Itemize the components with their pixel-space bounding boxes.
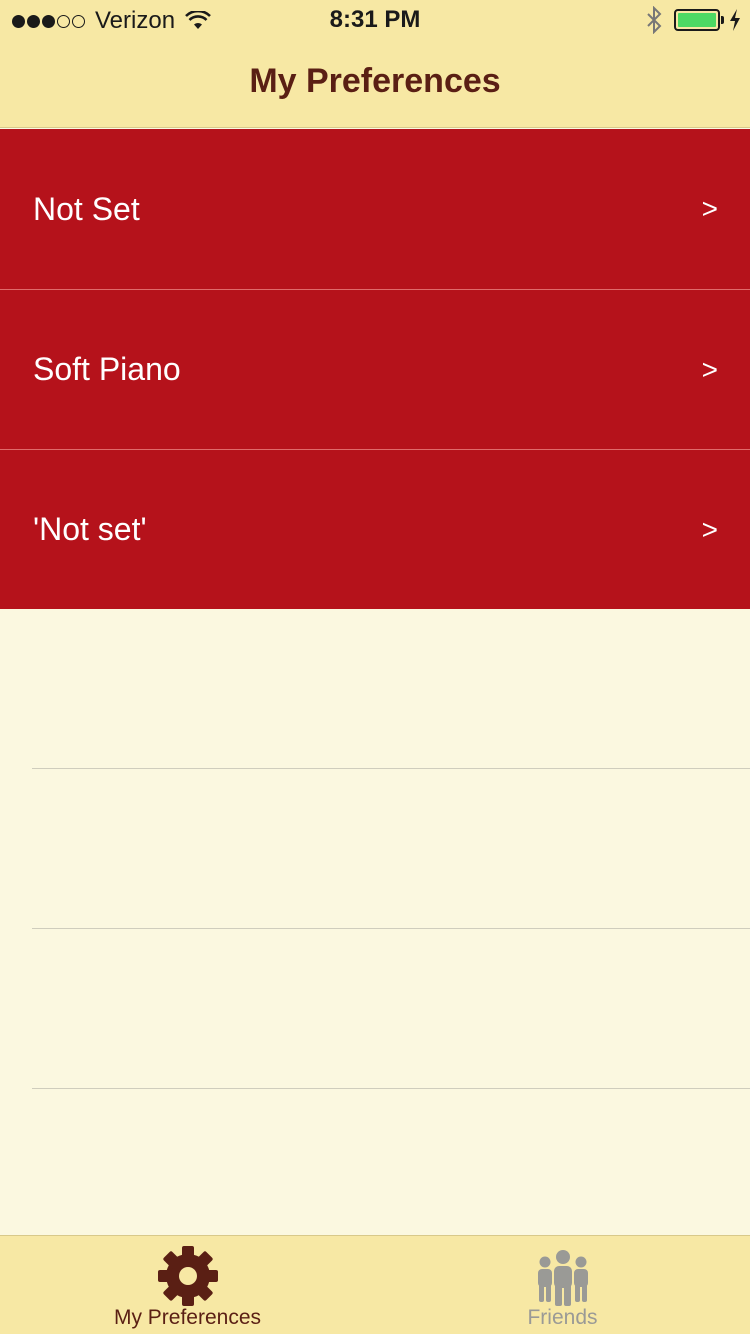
bluetooth-icon	[647, 6, 662, 34]
page-title: My Preferences	[249, 62, 501, 100]
preferences-list: Not Set > Soft Piano > 'Not set' >	[0, 129, 750, 1089]
battery-icon	[674, 9, 724, 31]
status-bar: Verizon 8:31 PM	[0, 0, 750, 40]
preference-row[interactable]: Soft Piano >	[0, 289, 750, 449]
status-time: 8:31 PM	[329, 6, 421, 33]
preference-row[interactable]: 'Not set' >	[0, 449, 750, 609]
preference-label: Not Set	[33, 190, 140, 227]
preference-label: 'Not set'	[33, 511, 147, 547]
tab-my-preferences[interactable]: My Preferences	[0, 1236, 375, 1334]
preference-row[interactable]: Not Set >	[0, 129, 750, 289]
empty-row	[0, 929, 750, 1089]
tab-label: My Preferences	[113, 1306, 262, 1329]
gear-icon	[157, 1246, 218, 1306]
empty-row	[0, 769, 750, 929]
row-separator	[32, 1088, 750, 1089]
charging-bolt-icon	[730, 9, 740, 31]
navigation-bar: Verizon 8:31 PM My Preferences	[0, 0, 750, 128]
chevron-right-icon: >	[701, 513, 718, 545]
battery-fill	[678, 13, 716, 27]
people-icon	[537, 1250, 588, 1306]
chevron-right-icon: >	[701, 353, 718, 385]
tab-friends[interactable]: Friends	[375, 1236, 750, 1334]
chevron-right-icon: >	[701, 193, 718, 224]
preference-label: Soft Piano	[33, 351, 181, 387]
empty-row	[0, 609, 750, 769]
tab-label: Friends	[527, 1306, 598, 1329]
tab-bar: My Preferences Friends	[0, 1235, 750, 1334]
status-right	[644, 6, 742, 34]
